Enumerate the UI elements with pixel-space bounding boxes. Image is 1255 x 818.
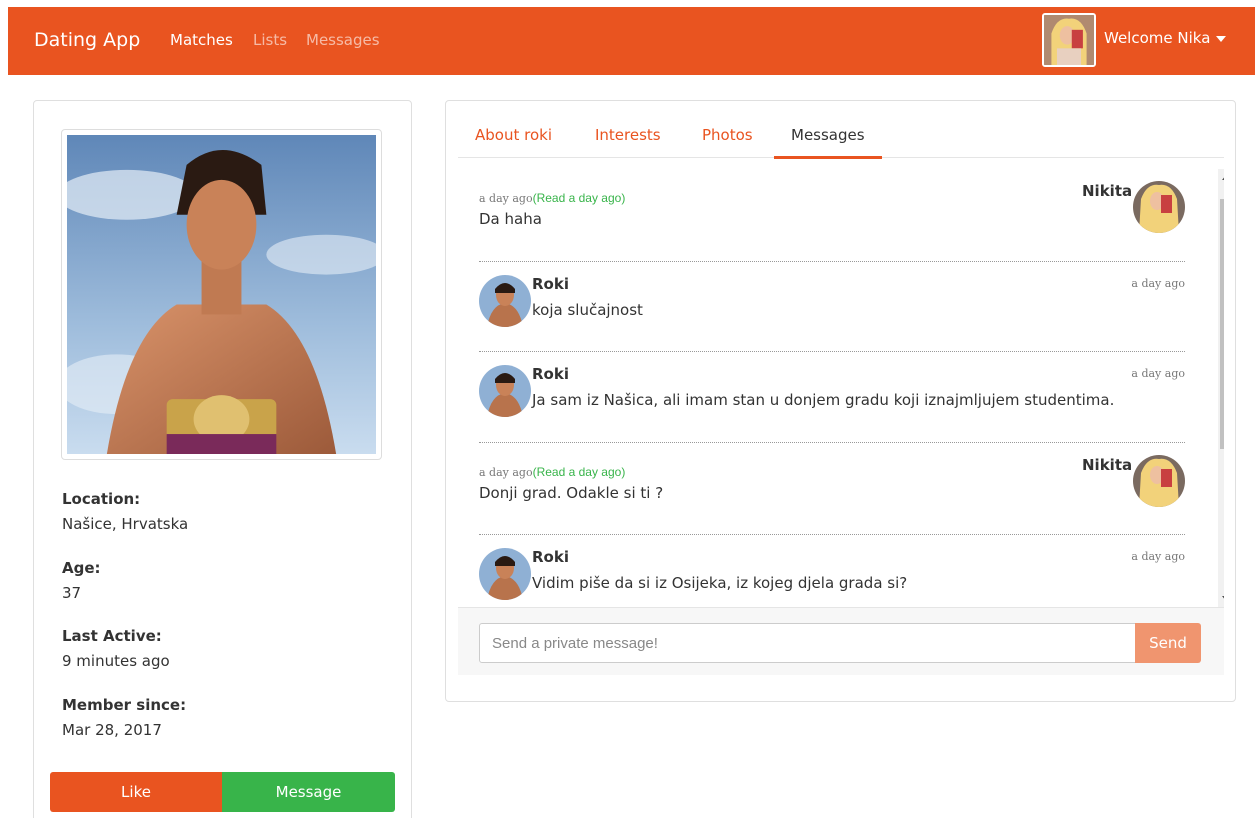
last-active-value: 9 minutes ago [62,652,170,670]
scrollbar[interactable] [1218,169,1224,607]
sender-name: Nikita [1082,182,1133,200]
sender-name: Roki [532,275,569,293]
message-divider [479,534,1185,535]
navbar: Dating App Matches Lists Messages Welcom… [8,7,1255,75]
detail-card: About roki Interests Photos Messages a d… [445,100,1236,702]
member-since-value: Mar 28, 2017 [62,721,162,739]
message-input[interactable] [479,623,1136,663]
message-time: a day ago [1131,277,1185,290]
sender-name: Roki [532,365,569,383]
sender-avatar [1133,455,1185,507]
read-receipt: (Read a day ago) [532,465,626,479]
sender-avatar [1133,181,1185,233]
welcome-text: Welcome Nika [1104,29,1211,47]
message-button[interactable]: Message [222,772,395,812]
message-time: a day ago [1131,367,1185,380]
scroll-up-icon[interactable] [1222,175,1224,180]
profile-photo [61,129,382,460]
tab-messages[interactable]: Messages [774,101,882,159]
nav-link-lists[interactable]: Lists [253,31,287,49]
sender-avatar [479,365,531,417]
user-menu-toggle[interactable]: Welcome Nika [1104,29,1227,47]
message-divider [479,442,1185,443]
location-label: Location: [62,490,141,508]
last-active-label: Last Active: [62,627,162,645]
message-thread[interactable]: a day ago(Read a day ago) Da haha Nikita… [458,169,1224,607]
tab-interests[interactable]: Interests [578,101,678,159]
tab-about[interactable]: About roki [458,101,569,159]
message-text: Da haha [479,210,542,228]
age-value: 37 [62,584,82,602]
nav-link-messages[interactable]: Messages [306,31,380,49]
tab-photos[interactable]: Photos [685,101,770,159]
caret-down-icon [1216,35,1227,42]
message-text: Ja sam iz Našica, ali imam stan u donjem… [532,391,1115,409]
sender-name: Nikita [1082,456,1133,474]
sender-avatar [479,548,531,600]
scroll-down-icon[interactable] [1222,596,1224,601]
message-text: Donji grad. Odakle si ti ? [479,484,664,502]
message-item: a day ago(Read a day ago) Donji grad. Od… [479,455,1185,507]
tab-bar: About roki Interests Photos Messages [458,101,1224,159]
nav-link-matches[interactable]: Matches [170,31,233,49]
brand[interactable]: Dating App [34,29,140,51]
message-time: a day ago [479,192,533,205]
sender-avatar [479,275,531,327]
location-value: Našice, Hrvatska [62,515,189,533]
like-button[interactable]: Like [50,772,222,812]
message-divider [479,261,1185,262]
sender-name: Roki [532,548,569,566]
message-divider [479,351,1185,352]
send-button[interactable]: Send [1135,623,1201,663]
profile-card: Location: Našice, Hrvatska Age: 37 Last … [33,100,412,818]
message-time: a day ago [1131,550,1185,563]
read-receipt: (Read a day ago) [532,191,626,205]
message-text: koja slučajnost [532,301,643,319]
message-composer: Send [458,607,1224,675]
message-text: Vidim piše da si iz Osijeka, iz kojeg dj… [532,574,908,592]
scroll-thumb[interactable] [1220,199,1224,449]
member-since-label: Member since: [62,696,187,714]
user-avatar[interactable] [1042,13,1096,67]
message-time: a day ago [479,466,533,479]
age-label: Age: [62,559,101,577]
message-item: a day ago(Read a day ago) Da haha Nikita [479,181,1185,233]
